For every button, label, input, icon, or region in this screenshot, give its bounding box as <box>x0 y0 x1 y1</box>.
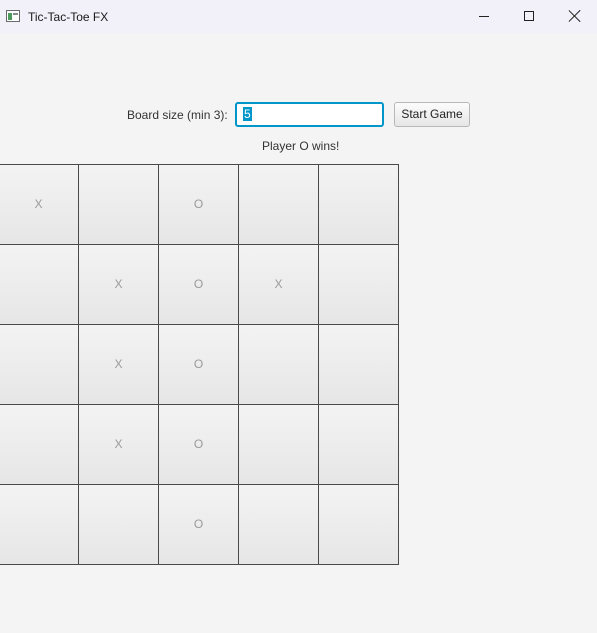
app-window-icon <box>6 10 20 22</box>
board-cell-r5-c1[interactable] <box>0 484 79 565</box>
start-game-button[interactable]: Start Game <box>394 102 470 127</box>
game-board: XOXOXXOXOO <box>0 164 399 565</box>
board-cell-r5-c4[interactable] <box>238 484 319 565</box>
board-cell-r2-c1[interactable] <box>0 244 79 325</box>
window-title: Tic-Tac-Toe FX <box>28 10 109 24</box>
board-size-input[interactable]: 5 <box>235 102 384 127</box>
board-cell-r3-c4[interactable] <box>238 324 319 405</box>
maximize-icon <box>524 11 534 21</box>
board-cell-r3-c5[interactable] <box>318 324 399 405</box>
board-cell-r1-c5[interactable] <box>318 164 399 245</box>
input-selected-text: 5 <box>243 107 252 121</box>
board-cell-r2-c4[interactable]: X <box>238 244 319 325</box>
board-cell-r2-c3[interactable]: O <box>158 244 239 325</box>
board-cell-r3-c1[interactable] <box>0 324 79 405</box>
board-cell-r5-c2[interactable] <box>78 484 159 565</box>
game-status: Player O wins! <box>262 139 340 153</box>
close-icon <box>569 10 581 22</box>
minimize-icon <box>479 16 489 17</box>
board-cell-r4-c2[interactable]: X <box>78 404 159 485</box>
board-cell-r1-c3[interactable]: O <box>158 164 239 245</box>
board-cell-r4-c1[interactable] <box>0 404 79 485</box>
board-cell-r2-c2[interactable]: X <box>78 244 159 325</box>
board-cell-r5-c3[interactable]: O <box>158 484 239 565</box>
board-size-label: Board size (min 3): <box>127 108 228 122</box>
board-cell-r4-c3[interactable]: O <box>158 404 239 485</box>
board-cell-r5-c5[interactable] <box>318 484 399 565</box>
board-cell-r1-c1[interactable]: X <box>0 164 79 245</box>
minimize-button[interactable] <box>460 0 506 33</box>
board-cell-r2-c5[interactable] <box>318 244 399 325</box>
board-cell-r4-c4[interactable] <box>238 404 319 485</box>
close-button[interactable] <box>552 0 597 33</box>
board-cell-r3-c3[interactable]: O <box>158 324 239 405</box>
maximize-button[interactable] <box>506 0 552 33</box>
board-cell-r3-c2[interactable]: X <box>78 324 159 405</box>
board-cell-r1-c2[interactable] <box>78 164 159 245</box>
title-bar: Tic-Tac-Toe FX <box>0 0 597 33</box>
board-cell-r1-c4[interactable] <box>238 164 319 245</box>
board-cell-r4-c5[interactable] <box>318 404 399 485</box>
